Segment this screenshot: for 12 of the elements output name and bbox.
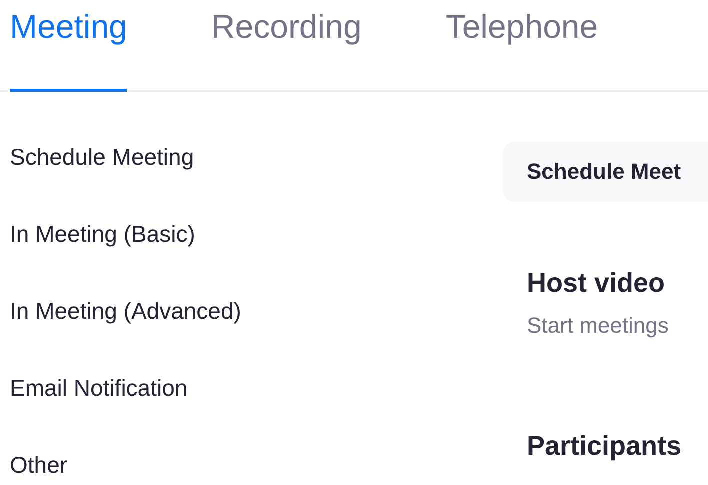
setting-description: Start meetings [527,313,670,339]
sidebar-item[interactable]: In Meeting (Advanced) [10,298,503,325]
section-tab[interactable]: Schedule Meet [503,142,708,202]
tab[interactable]: Meeting [10,0,128,92]
sidebar-item[interactable]: In Meeting (Basic) [10,221,503,248]
tab[interactable]: Telephone [446,0,598,92]
setting-title: Participants [527,431,683,462]
tab[interactable]: Recording [211,0,362,92]
setting-title: Host video [527,268,666,299]
sidebar-item[interactable]: Other [10,452,503,479]
sidebar-item[interactable]: Email Notification [10,375,503,402]
sidebar-item[interactable]: Schedule Meeting [10,144,503,171]
